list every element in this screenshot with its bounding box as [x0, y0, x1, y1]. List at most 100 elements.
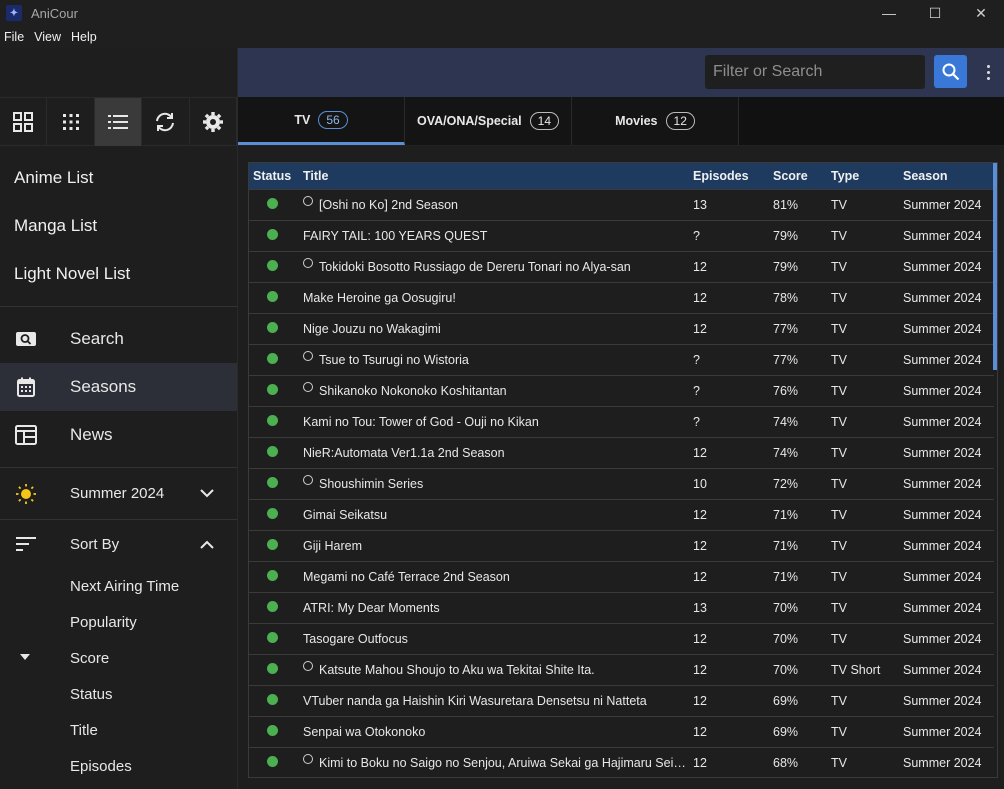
search-icon	[942, 63, 959, 80]
sidebar-item-news[interactable]: News	[0, 411, 237, 459]
table-row[interactable]: Shikanoko Nokonoko Koshitantan? 76% TV Summ…	[249, 375, 994, 406]
type-cell: TV Short	[831, 662, 881, 677]
menu-view[interactable]: View	[34, 30, 61, 44]
episodes-cell: 13	[693, 197, 707, 212]
title-text: Nige Jouzu no Wakagimi	[303, 321, 441, 336]
grid-large-view-button[interactable]	[0, 98, 48, 146]
table-row[interactable]: Nige Jouzu no Wakagimi 12 77% TV Summer 2024	[249, 313, 994, 344]
table-row[interactable]: Tokidoki Bosotto Russiago de Dereru Tona…	[249, 251, 994, 282]
table-row[interactable]: [Oshi no Ko] 2nd Season 13 81% TV Summer 202…	[249, 189, 994, 220]
tab-label: OVA/ONA/Special	[416, 114, 522, 128]
episodes-cell: ?	[693, 352, 700, 367]
table-row[interactable]: FAIRY TAIL: 100 YEARS QUEST? 79% TV Summer …	[249, 220, 994, 251]
column-header-score[interactable]: Score	[769, 163, 827, 189]
title-cell: ATRI: My Dear Moments	[299, 592, 689, 623]
episodes-cell: 12	[693, 631, 707, 646]
episodes-cell: ?	[693, 228, 700, 243]
close-button[interactable]: ✕	[958, 0, 1004, 26]
column-header-status[interactable]: Status	[249, 163, 299, 189]
score-cell: 77%	[773, 321, 799, 336]
tab-movies[interactable]: Movies 12	[572, 97, 739, 145]
title-cell: Katsute Mahou Shoujo to Aku wa Tekitai S…	[299, 654, 689, 685]
sort-option-next-airing[interactable]: Next Airing Time	[0, 568, 237, 604]
list-view-button[interactable]	[94, 98, 143, 146]
table-scrollbar[interactable]	[993, 163, 997, 370]
sidebar-item-seasons[interactable]: Seasons	[0, 363, 237, 411]
status-cell	[249, 592, 299, 623]
column-header-title[interactable]: Title	[299, 163, 689, 189]
status-dot-icon	[267, 569, 278, 581]
status-cell	[249, 561, 299, 592]
column-header-type[interactable]: Type	[827, 163, 899, 189]
episodes-cell: 12	[693, 290, 707, 305]
season-cell: Summer 2024	[903, 383, 982, 398]
search-input[interactable]	[713, 63, 925, 81]
search-button[interactable]	[934, 55, 967, 88]
menu-file[interactable]: File	[4, 30, 24, 44]
refresh-button[interactable]	[142, 98, 190, 146]
title-text: Megami no Café Terrace 2nd Season	[303, 569, 510, 584]
season-cell: Summer 2024	[903, 414, 982, 429]
airing-icon	[303, 257, 313, 268]
episodes-cell: 12	[693, 724, 707, 739]
status-dot-icon	[267, 631, 278, 643]
sort-option-score[interactable]: Score	[0, 640, 237, 676]
airing-icon	[303, 660, 313, 671]
sort-option-popularity[interactable]: Popularity	[0, 604, 237, 640]
table-row[interactable]: Senpai wa Otokonoko 12 69% TV Summer 2024	[249, 716, 994, 747]
column-header-season[interactable]: Season	[899, 163, 994, 189]
tab-ova-ona-special[interactable]: OVA/ONA/Special 14	[405, 97, 572, 145]
table-row[interactable]: Make Heroine ga Oosugiru! 12 78% TV Summer 2…	[249, 282, 994, 313]
minimize-button[interactable]: —	[866, 0, 912, 26]
sort-option-episodes[interactable]: Episodes	[0, 748, 237, 784]
tab-count-badge: 56	[318, 110, 348, 129]
maximize-button[interactable]: ☐	[912, 0, 958, 26]
season-selector[interactable]: Summer 2024	[0, 468, 237, 520]
season-cell: Summer 2024	[903, 259, 982, 274]
title-text: FAIRY TAIL: 100 YEARS QUEST	[303, 228, 488, 243]
title-text: VTuber nanda ga Haishin Kiri Wasuretara …	[303, 693, 647, 708]
table-row[interactable]: NieR:Automata Ver1.1a 2nd Season 12 74% TV S…	[249, 437, 994, 468]
header-bar	[238, 48, 1004, 97]
grid-small-view-button[interactable]	[47, 98, 95, 146]
score-cell: 77%	[773, 352, 799, 367]
score-cell: 69%	[773, 724, 799, 739]
sort-option-status[interactable]: Status	[0, 676, 237, 712]
title-text: Make Heroine ga Oosugiru!	[303, 290, 456, 305]
status-cell	[249, 313, 299, 344]
title-cell: Giji Harem	[299, 530, 689, 561]
table-row[interactable]: Kimi to Boku no Saigo no Senjou, Aruiwa …	[249, 747, 994, 777]
title-text: Kami no Tou: Tower of God - Ouji no Kika…	[303, 414, 539, 429]
table-row[interactable]: Kami no Tou: Tower of God - Ouji no Kika…	[249, 406, 994, 437]
table-row[interactable]: Katsute Mahou Shoujo to Aku wa Tekitai S…	[249, 654, 994, 685]
table-row[interactable]: Megami no Café Terrace 2nd Season 12 71% TV…	[249, 561, 994, 592]
manga-list-link[interactable]: Manga List	[0, 202, 237, 250]
score-cell: 71%	[773, 569, 799, 584]
table-row[interactable]: Giji Harem 12 71% TV Summer 2024	[249, 530, 994, 561]
column-header-episodes[interactable]: Episodes	[689, 163, 769, 189]
title-text: Senpai wa Otokonoko	[303, 724, 426, 739]
settings-button[interactable]	[190, 98, 238, 146]
table-row[interactable]: ATRI: My Dear Moments 13 70% TV Summer 2024	[249, 592, 994, 623]
menu-help[interactable]: Help	[71, 30, 97, 44]
score-cell: 70%	[773, 600, 799, 615]
episodes-cell: ?	[693, 383, 700, 398]
airing-icon	[303, 350, 313, 361]
light-novel-list-link[interactable]: Light Novel List	[0, 250, 237, 298]
title-cell: NieR:Automata Ver1.1a 2nd Season	[299, 437, 689, 468]
table-row[interactable]: Gimai Seikatsu 12 71% TV Summer 2024	[249, 499, 994, 530]
sidebar-item-search[interactable]: Search	[0, 315, 237, 363]
sort-by-toggle[interactable]: Sort By	[0, 520, 237, 568]
table-row[interactable]: VTuber nanda ga Haishin Kiri Wasuretara …	[249, 685, 994, 716]
type-cell: TV	[831, 755, 847, 770]
more-options-icon[interactable]	[982, 60, 994, 84]
sort-option-title[interactable]: Title	[0, 712, 237, 748]
table-row[interactable]: Shoushimin Series 10 72% TV Summer 2024	[249, 468, 994, 499]
type-cell: TV	[831, 414, 847, 429]
view-toolbar	[0, 97, 238, 146]
anime-list-link[interactable]: Anime List	[0, 154, 237, 202]
type-cell: TV	[831, 352, 847, 367]
table-row[interactable]: Tasogare Outfocus 12 70% TV Summer 2024	[249, 623, 994, 654]
table-row[interactable]: Tsue to Tsurugi no Wistoria? 77% TV Summer …	[249, 344, 994, 375]
tab-tv[interactable]: TV 56	[238, 97, 405, 145]
